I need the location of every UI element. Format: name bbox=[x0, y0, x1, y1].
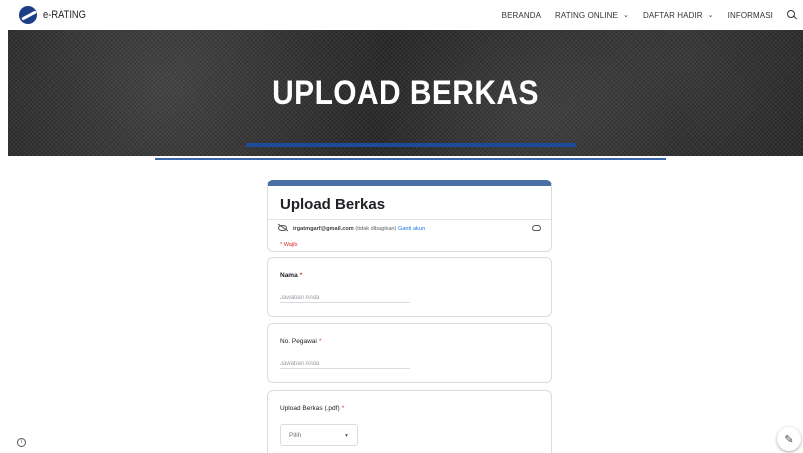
question-label: Upload Berkas (.pdf) * bbox=[280, 405, 344, 412]
nav-item-daftar-hadir[interactable]: DAFTAR HADIR ⌄ bbox=[643, 11, 714, 20]
switch-account-link[interactable]: Ganti akun bbox=[398, 226, 425, 232]
question-label: No. Pegawai * bbox=[280, 338, 321, 345]
nama-input[interactable] bbox=[280, 293, 410, 303]
nav-item-rating-online[interactable]: RATING ONLINE ⌄ bbox=[555, 11, 629, 20]
search-icon[interactable] bbox=[785, 9, 797, 21]
form-header-card: Upload Berkas irgatmgarf@gmail.com (tida… bbox=[267, 180, 552, 252]
question-card-no-pegawai: No. Pegawai * bbox=[267, 323, 552, 383]
required-asterisk: * bbox=[341, 405, 345, 412]
nav-label: DAFTAR HADIR bbox=[642, 10, 703, 20]
question-card-upload: Upload Berkas (.pdf) * Pilih ▼ bbox=[267, 390, 552, 453]
account-row: irgatmgarf@gmail.com (tidak dibagikan) G… bbox=[268, 219, 551, 235]
nav-label: RATING ONLINE bbox=[555, 10, 618, 20]
info-icon[interactable]: i bbox=[17, 438, 26, 447]
page-title: UPLOAD BERKAS bbox=[272, 74, 539, 112]
select-value: Pilih bbox=[289, 431, 302, 439]
hero-banner: UPLOAD BERKAS bbox=[8, 30, 803, 156]
brand-logo-icon[interactable] bbox=[19, 6, 37, 24]
brand-name[interactable]: e-RATING bbox=[43, 9, 86, 21]
required-asterisk: * bbox=[318, 338, 322, 345]
file-select-dropdown[interactable]: Pilih ▼ bbox=[280, 424, 358, 446]
account-email: irgatmgarf@gmail.com bbox=[293, 226, 354, 232]
nav-item-beranda[interactable]: BERANDA bbox=[502, 11, 541, 20]
chevron-down-icon: ⌄ bbox=[707, 12, 714, 19]
nav-label: INFORMASI bbox=[727, 10, 773, 20]
main-nav: BERANDA RATING ONLINE ⌄ DAFTAR HADIR ⌄ I… bbox=[488, 0, 803, 30]
top-navbar: e-RATING BERANDA RATING ONLINE ⌄ DAFTAR … bbox=[0, 0, 803, 30]
question-text: No. Pegawai bbox=[280, 338, 317, 345]
cloud-saved-icon bbox=[532, 225, 541, 231]
required-note: * Wajib bbox=[280, 242, 298, 248]
account-info: irgatmgarf@gmail.com (tidak dibagikan) G… bbox=[293, 226, 425, 232]
page: e-RATING BERANDA RATING ONLINE ⌄ DAFTAR … bbox=[0, 0, 803, 453]
account-note: (tidak dibagikan) bbox=[355, 226, 397, 232]
required-asterisk: * bbox=[299, 272, 303, 279]
question-text: Nama bbox=[280, 272, 298, 279]
title-underline bbox=[246, 143, 576, 147]
nav-item-informasi[interactable]: INFORMASI bbox=[728, 11, 773, 20]
no-pegawai-input[interactable] bbox=[280, 359, 410, 369]
question-text: Upload Berkas (.pdf) bbox=[280, 405, 340, 412]
question-label: Nama * bbox=[280, 272, 302, 279]
edit-pencil-icon[interactable]: ✎ bbox=[777, 427, 801, 451]
question-card-nama: Nama * bbox=[267, 257, 552, 317]
nav-label: BERANDA bbox=[501, 10, 542, 20]
caret-down-icon: ▼ bbox=[344, 433, 349, 439]
visibility-off-icon bbox=[278, 225, 287, 231]
form-title: Upload Berkas bbox=[280, 196, 386, 213]
chevron-down-icon: ⌄ bbox=[622, 12, 629, 19]
section-divider bbox=[155, 158, 666, 160]
